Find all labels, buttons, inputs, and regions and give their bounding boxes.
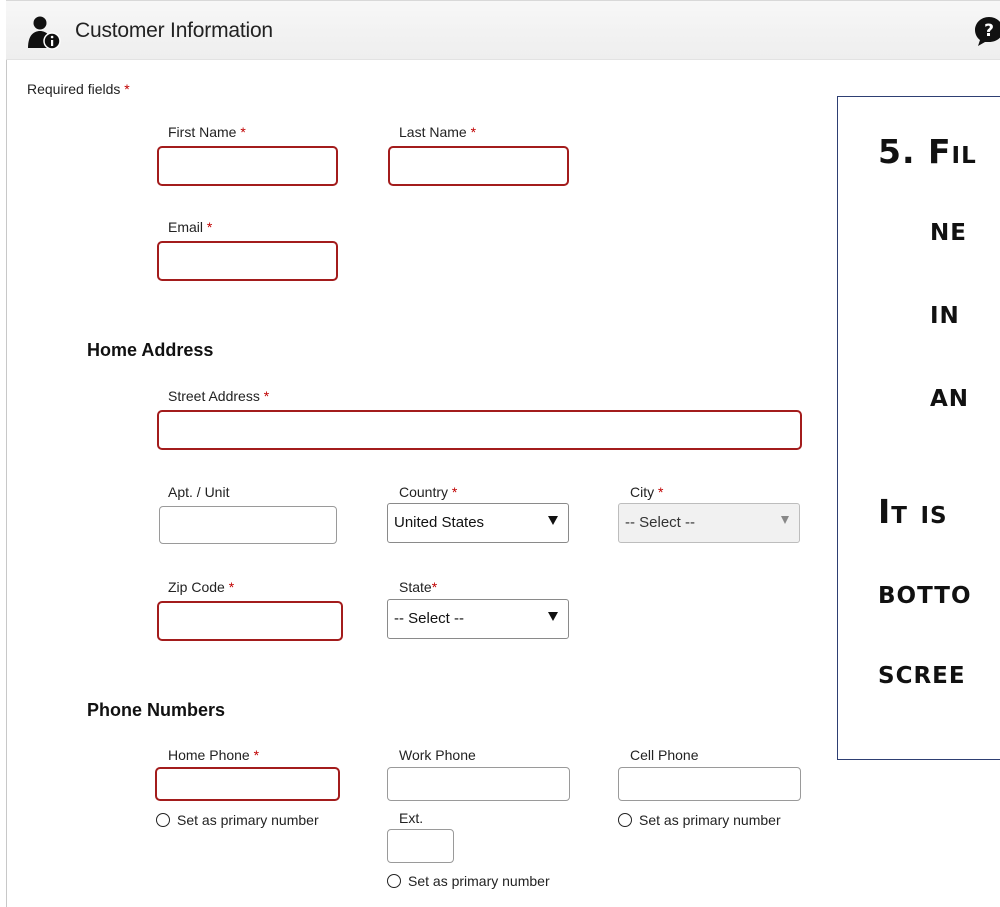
apt-unit-input[interactable] [159, 506, 337, 544]
callout-line: an [930, 375, 970, 414]
required-star: * [124, 81, 130, 97]
required-star: * [451, 484, 458, 500]
work-phone-label: Work Phone [399, 747, 476, 763]
panel-header: Customer Information ? [6, 0, 1000, 60]
primary-number-label: Set as primary number [177, 812, 319, 828]
city-label: City * [630, 484, 663, 500]
country-label: Country * [399, 484, 457, 500]
required-fields-note: Required fields * [27, 81, 130, 97]
home-phone-label: Home Phone * [168, 747, 259, 763]
callout-line: botto [878, 572, 972, 611]
city-label-text: City [630, 484, 655, 500]
last-name-label: Last Name * [399, 124, 476, 140]
svg-text:?: ? [984, 21, 994, 41]
state-select-value: -- Select -- [394, 610, 465, 627]
callout-text: 5. Fil ne in an It is botto scree [838, 97, 1000, 759]
first-name-label: First Name * [168, 124, 246, 140]
home-phone-input[interactable] [155, 767, 340, 801]
page-title: Customer Information [75, 19, 273, 42]
street-address-label-text: Street Address [168, 388, 260, 404]
dropdown-arrow-icon [548, 516, 558, 525]
callout-line: in [930, 292, 960, 331]
phone-numbers-heading: Phone Numbers [87, 700, 226, 720]
radio-button-icon[interactable] [387, 874, 401, 888]
primary-number-label: Set as primary number [408, 873, 550, 889]
work-phone-primary-radio[interactable]: Set as primary number [387, 873, 550, 889]
country-select[interactable]: United States [387, 503, 569, 543]
required-star: * [431, 579, 438, 595]
country-select-value: United States [394, 514, 485, 531]
cell-phone-input[interactable] [618, 767, 801, 801]
required-star: * [253, 747, 260, 763]
help-icon[interactable]: ? [974, 15, 1000, 47]
state-select[interactable]: -- Select -- [387, 599, 569, 639]
zip-code-label: Zip Code * [168, 579, 234, 595]
last-name-input[interactable] [388, 146, 569, 186]
required-star: * [263, 388, 270, 404]
customer-info-icon [28, 16, 61, 50]
callout-line: It is [878, 492, 948, 531]
callout-line: ne [930, 209, 967, 248]
zip-code-label-text: Zip Code [168, 579, 225, 595]
home-address-heading: Home Address [87, 340, 214, 360]
ext-input[interactable] [387, 829, 454, 863]
state-label: State* [399, 579, 437, 595]
street-address-label: Street Address * [168, 388, 269, 404]
required-star: * [206, 219, 213, 235]
dropdown-arrow-icon [548, 612, 558, 621]
required-star: * [228, 579, 235, 595]
radio-button-icon[interactable] [618, 813, 632, 827]
country-label-text: Country [399, 484, 449, 500]
last-name-label-text: Last Name [399, 124, 467, 140]
email-label: Email * [168, 219, 212, 235]
required-note-text: Required fields [27, 81, 121, 97]
email-label-text: Email [168, 219, 204, 235]
required-star: * [658, 484, 664, 500]
street-address-input[interactable] [157, 410, 802, 450]
first-name-input[interactable] [157, 146, 338, 186]
dropdown-arrow-icon [781, 516, 789, 524]
apt-unit-label-text: Apt. / Unit [168, 484, 230, 500]
city-select[interactable]: -- Select -- [618, 503, 800, 543]
ext-label: Ext. [399, 810, 423, 826]
state-label-text: State [399, 579, 432, 595]
required-star: * [240, 124, 246, 140]
home-phone-primary-radio[interactable]: Set as primary number [156, 812, 319, 828]
home-phone-label-text: Home Phone [168, 747, 250, 763]
radio-button-icon[interactable] [156, 813, 170, 827]
instruction-callout: 5. Fil ne in an It is botto scree [837, 96, 1000, 760]
zip-code-input[interactable] [157, 601, 343, 641]
cell-phone-label-text: Cell Phone [630, 747, 699, 763]
city-select-value: -- Select -- [625, 514, 696, 531]
left-frame-border [6, 0, 7, 907]
primary-number-label: Set as primary number [639, 812, 781, 828]
work-phone-input[interactable] [387, 767, 570, 801]
callout-line: 5. Fil [878, 132, 977, 171]
email-input[interactable] [157, 241, 338, 281]
ext-label-text: Ext. [399, 810, 424, 826]
first-name-label-text: First Name [168, 124, 237, 140]
apt-unit-label: Apt. / Unit [168, 484, 229, 500]
required-star: * [470, 124, 477, 140]
cell-phone-primary-radio[interactable]: Set as primary number [618, 812, 781, 828]
callout-line: scree [878, 652, 966, 691]
work-phone-label-text: Work Phone [399, 747, 476, 763]
cell-phone-label: Cell Phone [630, 747, 699, 763]
